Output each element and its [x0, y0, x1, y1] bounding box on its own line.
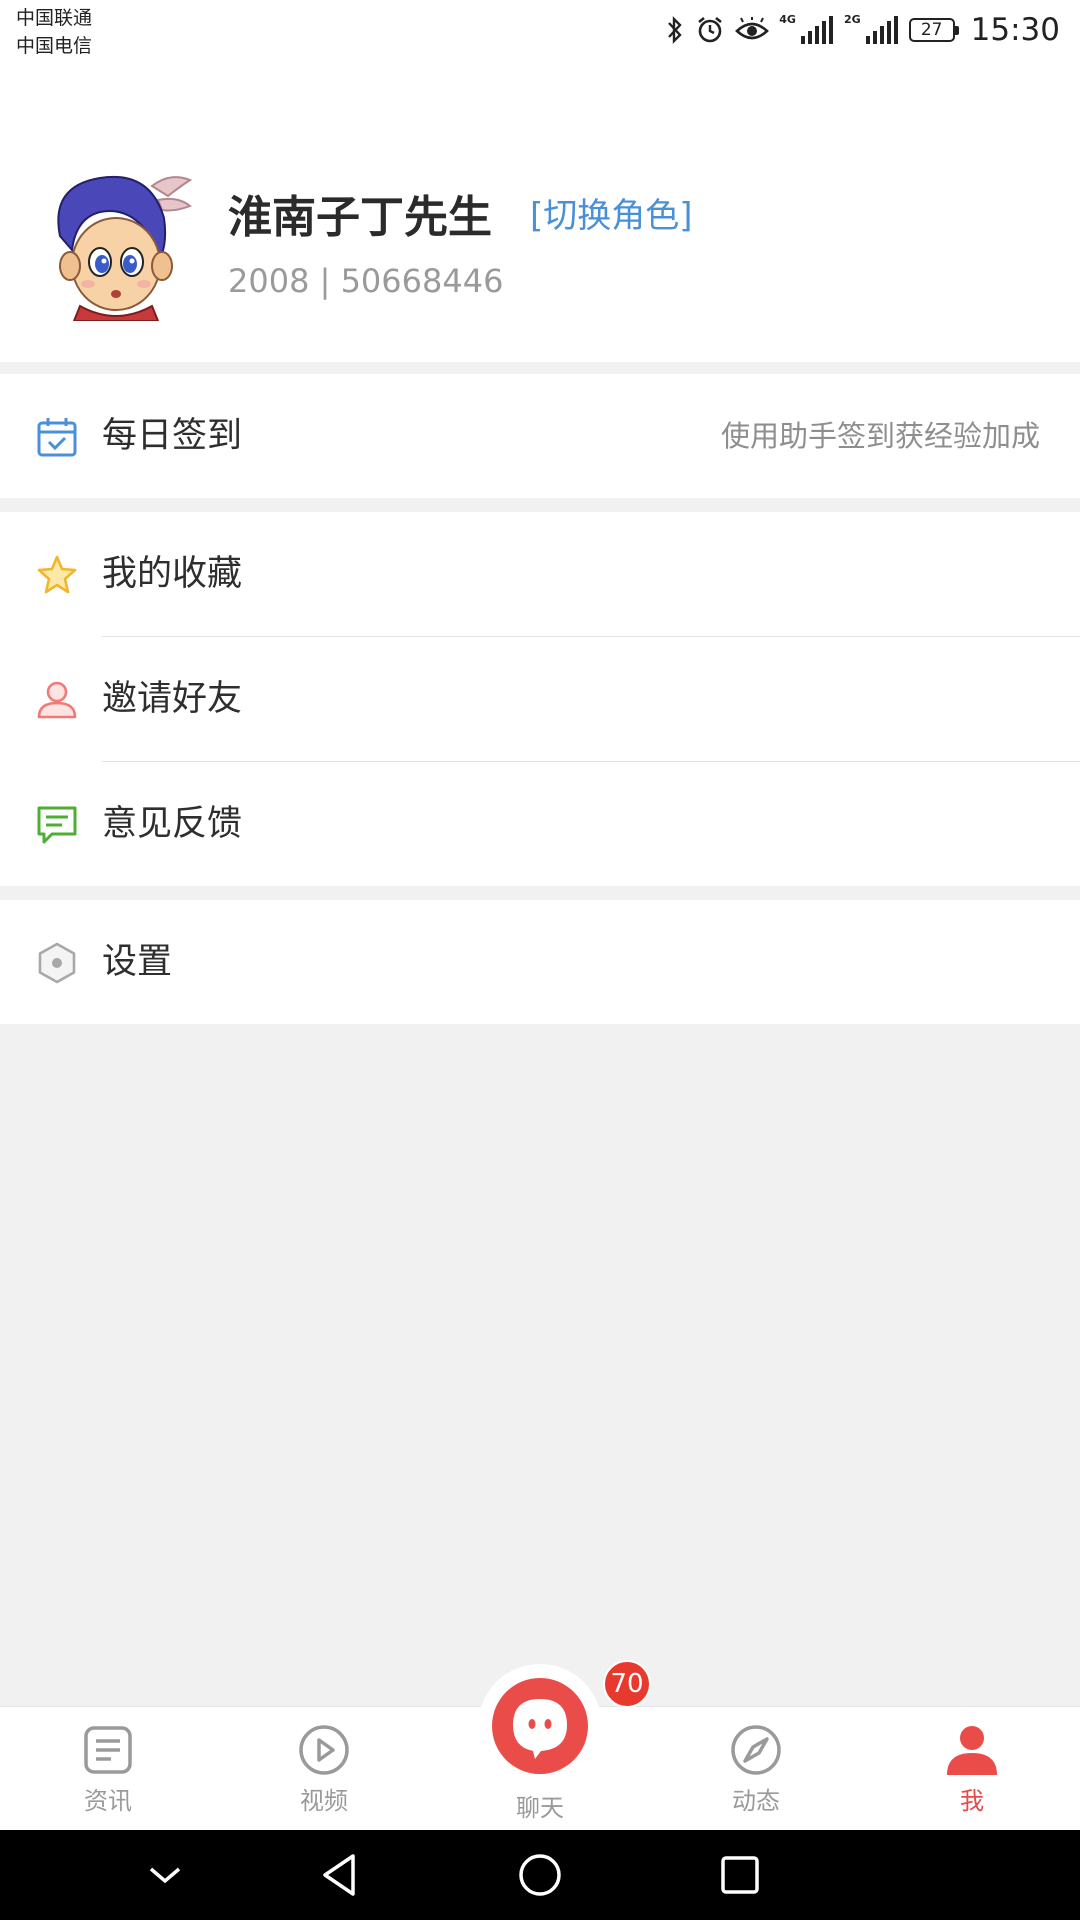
menu-item-invite[interactable]: 邀请好友 — [0, 637, 1080, 761]
nav-label: 聊天 — [516, 1794, 564, 1822]
nav-label: 动态 — [732, 1787, 780, 1815]
nav-moments[interactable]: 动态 — [648, 1707, 864, 1831]
nav-me[interactable]: 我 — [864, 1707, 1080, 1831]
network-4g-label: 4G — [779, 13, 796, 26]
menu-item-label: 每日签到 — [102, 416, 243, 456]
status-bar: 中国联通 中国电信 4G 2G 27 15:30 — [0, 0, 1080, 66]
clock: 15:30 — [970, 12, 1060, 48]
main-menu-section: 我的收藏 邀请好友 意见反馈 — [0, 512, 1080, 886]
battery-icon: 27 — [908, 18, 959, 42]
username: 淮南子丁先生 — [228, 192, 492, 243]
nav-label: 视频 — [300, 1787, 348, 1815]
user-icon — [945, 1723, 999, 1777]
alarm-icon — [695, 15, 725, 45]
carrier-2: 中国电信 — [16, 35, 93, 57]
collapse-icon[interactable] — [140, 1850, 190, 1900]
bluetooth-icon — [665, 15, 685, 45]
home-icon[interactable] — [515, 1850, 565, 1900]
signal-icon-2 — [865, 16, 899, 44]
settings-section: 设置 — [0, 900, 1080, 1024]
nav-video[interactable]: 视频 — [216, 1707, 432, 1831]
system-nav-bar — [0, 1830, 1080, 1920]
person-icon — [36, 679, 78, 721]
network-2g-label: 2G — [843, 13, 861, 26]
menu-item-label: 意见反馈 — [102, 804, 243, 844]
chat-icon — [492, 1678, 588, 1774]
nav-news[interactable]: 资讯 — [0, 1707, 216, 1831]
hexagon-gear-icon — [36, 942, 78, 984]
menu-item-checkin[interactable]: 每日签到 使用助手签到获经验加成 — [0, 374, 1080, 498]
play-icon — [297, 1723, 351, 1777]
message-icon — [36, 804, 78, 846]
carrier-info: 中国联通 中国电信 — [16, 4, 92, 60]
menu-item-label: 设置 — [102, 942, 173, 982]
carrier-1: 中国联通 — [16, 7, 93, 29]
menu-item-label: 我的收藏 — [102, 554, 243, 594]
compass-icon — [729, 1723, 783, 1777]
switch-role-link[interactable]: [切换角色] — [530, 188, 693, 237]
nav-label: 资讯 — [84, 1787, 132, 1815]
calendar-check-icon — [36, 416, 78, 458]
status-icons: 4G 2G 27 15:30 — [665, 10, 1060, 50]
menu-item-hint: 使用助手签到获经验加成 — [720, 419, 1040, 453]
chat-unread-badge: 70 — [603, 1660, 651, 1708]
checkin-section: 每日签到 使用助手签到获经验加成 — [0, 374, 1080, 498]
menu-item-favorites[interactable]: 我的收藏 — [0, 512, 1080, 636]
menu-item-settings[interactable]: 设置 — [0, 900, 1080, 1024]
news-icon — [81, 1723, 135, 1777]
back-icon[interactable] — [315, 1850, 365, 1900]
avatar[interactable] — [40, 166, 195, 322]
star-icon — [36, 554, 78, 596]
nav-chat[interactable] — [478, 1664, 602, 1788]
recents-icon[interactable] — [715, 1850, 765, 1900]
user-id-info: 2008 | 50668446 — [228, 262, 504, 300]
profile-header: 淮南子丁先生 [切换角色] 2008 | 50668446 — [0, 66, 1080, 362]
menu-item-feedback[interactable]: 意见反馈 — [0, 762, 1080, 886]
menu-item-label: 邀请好友 — [102, 679, 243, 719]
signal-icon — [800, 16, 834, 44]
nav-label: 我 — [960, 1787, 984, 1815]
eye-icon — [735, 17, 770, 43]
